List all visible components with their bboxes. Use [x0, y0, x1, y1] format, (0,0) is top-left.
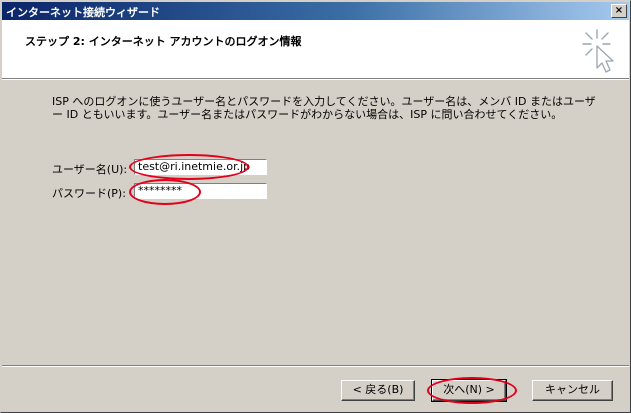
back-button[interactable]: < 戻る(B): [341, 380, 415, 401]
close-button[interactable]: ×: [611, 4, 627, 18]
instructions-line-1: ISP へのログオンに使うユーザー名とパスワードを入力してください。ユーザー名は…: [52, 95, 596, 108]
username-field[interactable]: test@ri.inetmie.or.jp: [134, 159, 267, 175]
wizard-sparkle-cursor-icon: [582, 29, 614, 73]
header-divider: [2, 79, 629, 80]
window-title: インターネット接続ウィザード: [6, 6, 160, 19]
instructions-line-2: ー ID ともいいます。ユーザー名またはパスワードがわからない場合は、ISP に…: [52, 108, 563, 121]
password-label: パスワード(P):: [52, 187, 126, 200]
title-bar[interactable]: インターネット接続ウィザード ×: [2, 2, 629, 20]
close-icon: ×: [614, 5, 624, 16]
next-button[interactable]: 次へ(N) >: [431, 379, 507, 402]
username-label: ユーザー名(U):: [52, 163, 128, 176]
step-heading: ステップ 2: インターネット アカウントのログオン情報: [25, 35, 302, 48]
password-field[interactable]: ********: [134, 183, 267, 199]
cancel-button[interactable]: キャンセル: [532, 380, 613, 401]
wizard-header: ステップ 2: インターネット アカウントのログオン情報: [2, 20, 629, 79]
footer-divider-highlight: [2, 366, 629, 367]
wizard-window: インターネット接続ウィザード × ステップ 2: インターネット アカウントのロ…: [0, 0, 631, 413]
instructions-text: ISP へのログオンに使うユーザー名とパスワードを入力してください。ユーザー名は…: [52, 95, 596, 121]
